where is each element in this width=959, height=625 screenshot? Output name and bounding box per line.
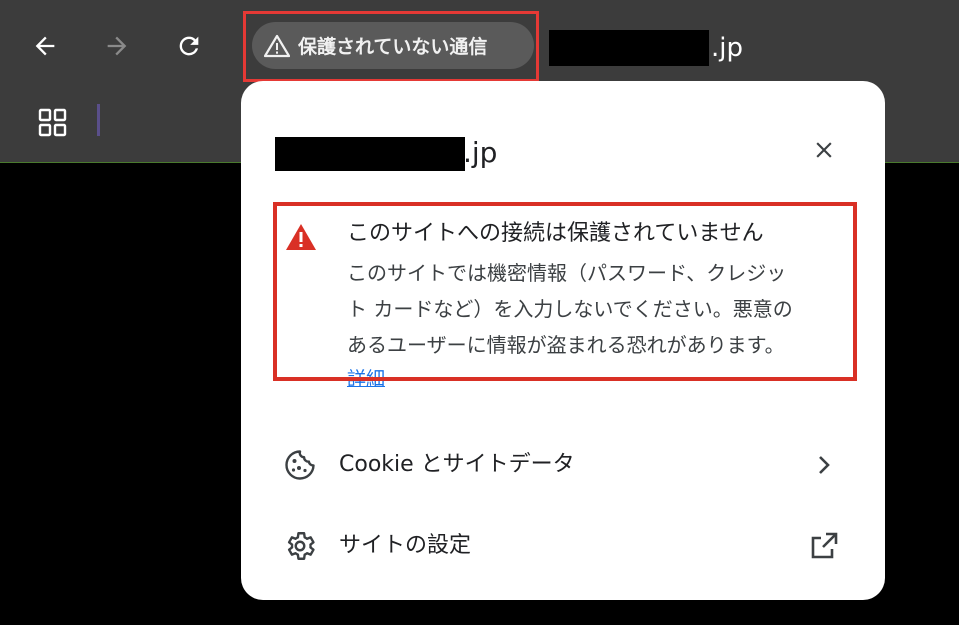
cookies-label: Cookie とサイトデータ (339, 452, 575, 477)
forward-button[interactable] (99, 28, 135, 64)
arrow-right-icon (107, 36, 127, 56)
warning-highlight-outline (273, 202, 857, 381)
url-text[interactable]: .jp (711, 30, 743, 66)
open-external-icon (811, 532, 838, 559)
gear-icon (287, 532, 315, 560)
site-info-popup: .jp このサイトへの接続は保護されていません このサイトでは機密情報（パスワー… (241, 81, 885, 600)
chevron-right-icon (819, 456, 830, 474)
back-button[interactable] (27, 28, 63, 64)
apps-button[interactable] (36, 106, 70, 140)
reload-icon (179, 36, 199, 56)
popup-domain: .jp (463, 136, 498, 169)
bookmark-bar-divider (97, 104, 100, 136)
reload-button[interactable] (171, 28, 207, 64)
arrow-left-icon (35, 36, 55, 56)
cookie-icon (285, 450, 315, 480)
url-redaction (549, 30, 709, 66)
apps-grid-icon (38, 108, 67, 137)
site-settings-label: サイトの設定 (339, 533, 472, 558)
site-settings-row[interactable]: サイトの設定 (241, 515, 885, 575)
domain-redaction (275, 137, 465, 171)
highlight-outline (243, 11, 539, 82)
close-button[interactable] (807, 133, 841, 167)
cookies-row[interactable]: Cookie とサイトデータ (241, 434, 885, 494)
close-icon (816, 142, 832, 158)
browser-window: 保護されていない通信 .jp .jp このサイトへの接続は保護されていません こ… (0, 0, 959, 625)
